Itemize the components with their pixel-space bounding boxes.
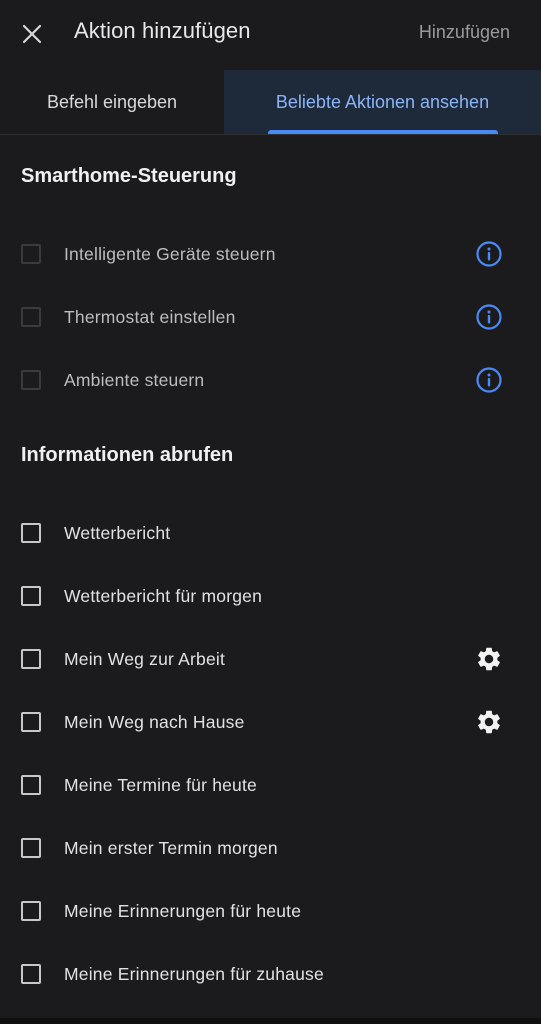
list-item-label: Meine Erinnerungen für zuhause <box>64 963 324 984</box>
info-button[interactable] <box>472 363 506 397</box>
page-title: Aktion hinzufügen <box>74 18 251 43</box>
list-item-reminders-today[interactable]: Meine Erinnerungen für heute <box>0 889 541 933</box>
checkbox[interactable] <box>21 838 41 858</box>
top-app-bar: Aktion hinzufügen Hinzufügen <box>0 0 541 68</box>
list-item-smart-devices[interactable]: Intelligente Geräte steuern <box>0 232 541 276</box>
checkbox[interactable] <box>21 775 41 795</box>
checkbox[interactable] <box>21 307 41 327</box>
list-item-first-appointment-tomorrow[interactable]: Mein erster Termin morgen <box>0 826 541 870</box>
list-item-label: Mein Weg zur Arbeit <box>64 648 226 669</box>
checkbox[interactable] <box>21 523 41 543</box>
list-item-thermostat[interactable]: Thermostat einstellen <box>0 295 541 339</box>
checkbox[interactable] <box>21 712 41 732</box>
active-tab-indicator <box>268 130 498 134</box>
tab-label: Beliebte Aktionen ansehen <box>275 91 490 112</box>
list-item-label: Thermostat einstellen <box>64 306 236 327</box>
list-item-label: Intelligente Geräte steuern <box>64 243 276 264</box>
list-item-label: Meine Erinnerungen für heute <box>64 900 302 921</box>
info-icon <box>476 241 502 267</box>
tab-popular-actions[interactable]: Beliebte Aktionen ansehen <box>224 70 541 134</box>
info-button[interactable] <box>472 300 506 334</box>
tab-enter-command[interactable]: Befehl eingeben <box>0 70 224 134</box>
list-item-appointments-today[interactable]: Meine Termine für heute <box>0 763 541 807</box>
gear-icon <box>478 710 500 734</box>
tab-label: Befehl eingeben <box>46 91 178 112</box>
checkbox[interactable] <box>21 964 41 984</box>
add-button[interactable]: Hinzufügen <box>419 22 510 43</box>
list-item-label: Wetterbericht für morgen <box>64 585 263 606</box>
list-item-ambient[interactable]: Ambiente steuern <box>0 358 541 402</box>
list-item-commute-home[interactable]: Mein Weg nach Hause <box>0 700 541 744</box>
list-item-commute-work[interactable]: Mein Weg zur Arbeit <box>0 637 541 681</box>
checkbox[interactable] <box>21 244 41 264</box>
list-item-label: Ambiente steuern <box>64 369 205 390</box>
info-button[interactable] <box>472 237 506 271</box>
checkbox[interactable] <box>21 370 41 390</box>
info-icon <box>476 304 502 330</box>
section-title-smarthome: Smarthome-Steuerung <box>21 165 237 187</box>
close-icon <box>22 24 42 44</box>
settings-button[interactable] <box>472 642 506 676</box>
list-item-weather[interactable]: Wetterbericht <box>0 511 541 555</box>
gear-icon <box>478 647 500 671</box>
list-item-reminders-home[interactable]: Meine Erinnerungen für zuhause <box>0 952 541 996</box>
checkbox[interactable] <box>21 901 41 921</box>
checkbox[interactable] <box>21 586 41 606</box>
checkbox[interactable] <box>21 649 41 669</box>
bottom-edge <box>0 1018 541 1024</box>
list-item-weather-tomorrow[interactable]: Wetterbericht für morgen <box>0 574 541 618</box>
info-icon <box>476 367 502 393</box>
settings-button[interactable] <box>472 705 506 739</box>
list-item-label: Meine Termine für heute <box>64 774 257 795</box>
close-button[interactable] <box>14 16 50 52</box>
list-item-label: Mein Weg nach Hause <box>64 711 245 732</box>
section-title-information: Informationen abrufen <box>21 444 234 466</box>
list-item-label: Mein erster Termin morgen <box>64 837 278 858</box>
list-item-label: Wetterbericht <box>64 522 171 543</box>
tab-bar: Befehl eingeben Beliebte Aktionen ansehe… <box>0 70 541 135</box>
